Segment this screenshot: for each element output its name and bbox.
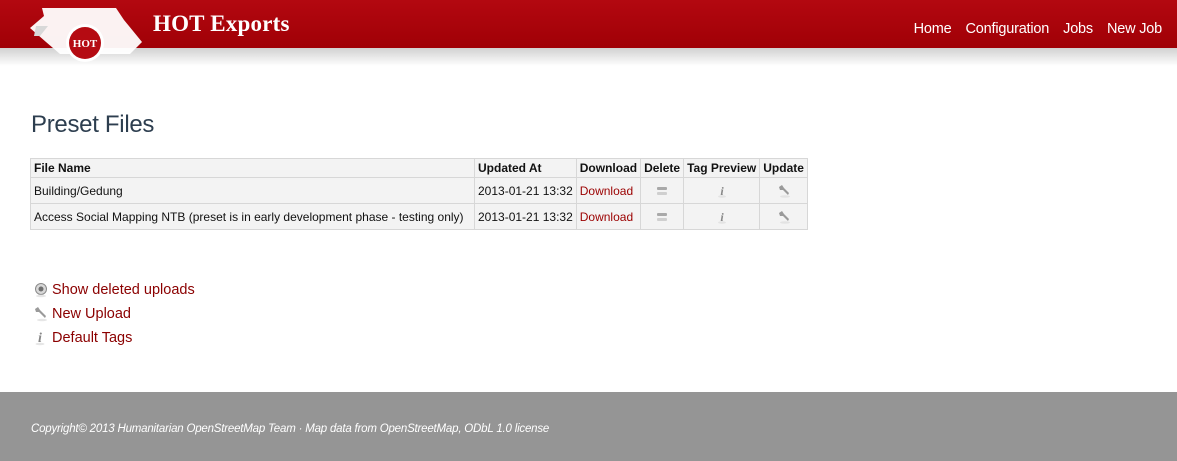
app-title[interactable]: HOT Exports — [153, 11, 290, 37]
nav-configuration[interactable]: Configuration — [965, 21, 1049, 37]
hot-logo[interactable]: HOT — [30, 6, 142, 64]
upload-actions: Show deleted uploads New Upload i Defaul… — [33, 278, 195, 350]
info-icon[interactable]: i — [716, 184, 728, 198]
column-header-update: Update — [759, 158, 808, 178]
updated-at-cell: 2013-01-21 13:32 — [474, 177, 577, 204]
file-name-cell: Access Social Mapping NTB (preset is in … — [30, 203, 475, 230]
updated-at-cell: 2013-01-21 13:32 — [474, 203, 577, 230]
download-link[interactable]: Download — [580, 210, 633, 224]
wrench-icon — [35, 307, 47, 322]
file-name-cell: Building/Gedung — [30, 177, 475, 204]
footer-copyright: Copyright© 2013 Humanitarian OpenStreetM… — [31, 423, 550, 435]
top-bar-shadow — [0, 48, 1177, 66]
footer: Copyright© 2013 Humanitarian OpenStreetM… — [0, 392, 1177, 461]
column-header-delete: Delete — [640, 158, 685, 178]
column-header-file-name: File Name — [30, 158, 475, 178]
main-nav: Home Configuration Jobs New Job — [914, 21, 1163, 37]
delete-icon[interactable] — [656, 211, 668, 223]
page-title: Preset Files — [31, 111, 155, 138]
column-header-updated-at: Updated At — [474, 158, 577, 178]
nav-new-job[interactable]: New Job — [1107, 21, 1162, 37]
nav-jobs[interactable]: Jobs — [1063, 21, 1093, 37]
wrench-icon[interactable] — [777, 210, 791, 224]
default-tags-action[interactable]: i Default Tags — [33, 326, 195, 350]
table-header-row: File Name Updated At Download Delete Tag… — [30, 158, 808, 178]
show-deleted-uploads-action[interactable]: Show deleted uploads — [33, 278, 195, 302]
nav-home[interactable]: Home — [914, 21, 952, 37]
default-tags-link[interactable]: Default Tags — [52, 330, 132, 346]
show-deleted-uploads-link[interactable]: Show deleted uploads — [52, 282, 195, 298]
wrench-icon[interactable] — [777, 184, 791, 198]
download-link[interactable]: Download — [580, 184, 633, 198]
table-row: Building/Gedung 2013-01-21 13:32 Downloa… — [30, 177, 808, 204]
new-upload-action[interactable]: New Upload — [33, 302, 195, 326]
svg-text:i: i — [38, 331, 42, 346]
new-upload-link[interactable]: New Upload — [52, 306, 131, 322]
logo-text: HOT — [73, 38, 98, 50]
info-icon[interactable]: i — [716, 210, 728, 224]
info-icon: i — [35, 331, 45, 346]
column-header-tag-preview: Tag Preview — [683, 158, 761, 178]
delete-icon[interactable] — [656, 185, 668, 197]
preset-files-table: File Name Updated At Download Delete Tag… — [30, 158, 808, 230]
eye-icon — [35, 283, 47, 298]
table-row: Access Social Mapping NTB (preset is in … — [30, 203, 808, 230]
column-header-download: Download — [575, 158, 642, 178]
